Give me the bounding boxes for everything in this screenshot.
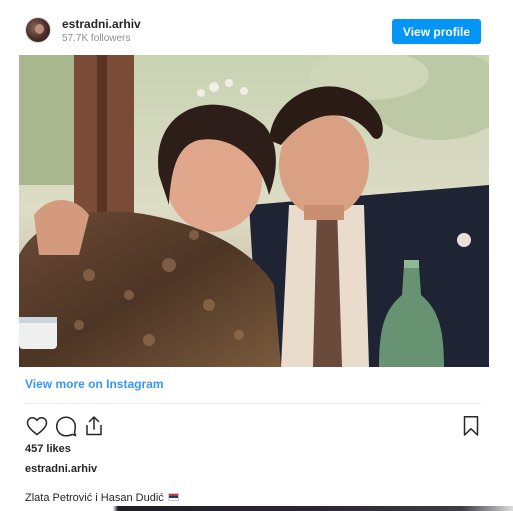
caption-body: Zlata Petrović i Hasan Dudić [25,492,164,504]
like-count[interactable]: 457 likes [25,443,71,455]
caption-text: Zlata Petrović i Hasan Dudić [25,492,179,504]
comment-icon[interactable] [54,414,78,438]
heart-icon[interactable] [25,414,49,438]
username[interactable]: estradni.arhiv [62,17,141,31]
instagram-embed: estradni.arhiv 57.7K followers View prof… [0,0,513,511]
view-profile-button[interactable]: View profile [392,19,481,44]
photo-illustration [19,55,489,367]
avatar[interactable] [25,17,51,43]
follower-count: 57.7K followers [62,33,131,44]
bookmark-icon[interactable] [459,414,483,438]
bottom-strip [0,506,513,511]
post-header: estradni.arhiv 57.7K followers View prof… [19,14,481,48]
post-photo[interactable] [19,55,489,367]
flag-icon [167,493,179,501]
divider [25,403,481,404]
view-more-link[interactable]: View more on Instagram [25,377,164,391]
caption-author[interactable]: estradni.arhiv [25,463,97,475]
action-bar [25,414,483,438]
share-icon[interactable] [82,414,106,438]
